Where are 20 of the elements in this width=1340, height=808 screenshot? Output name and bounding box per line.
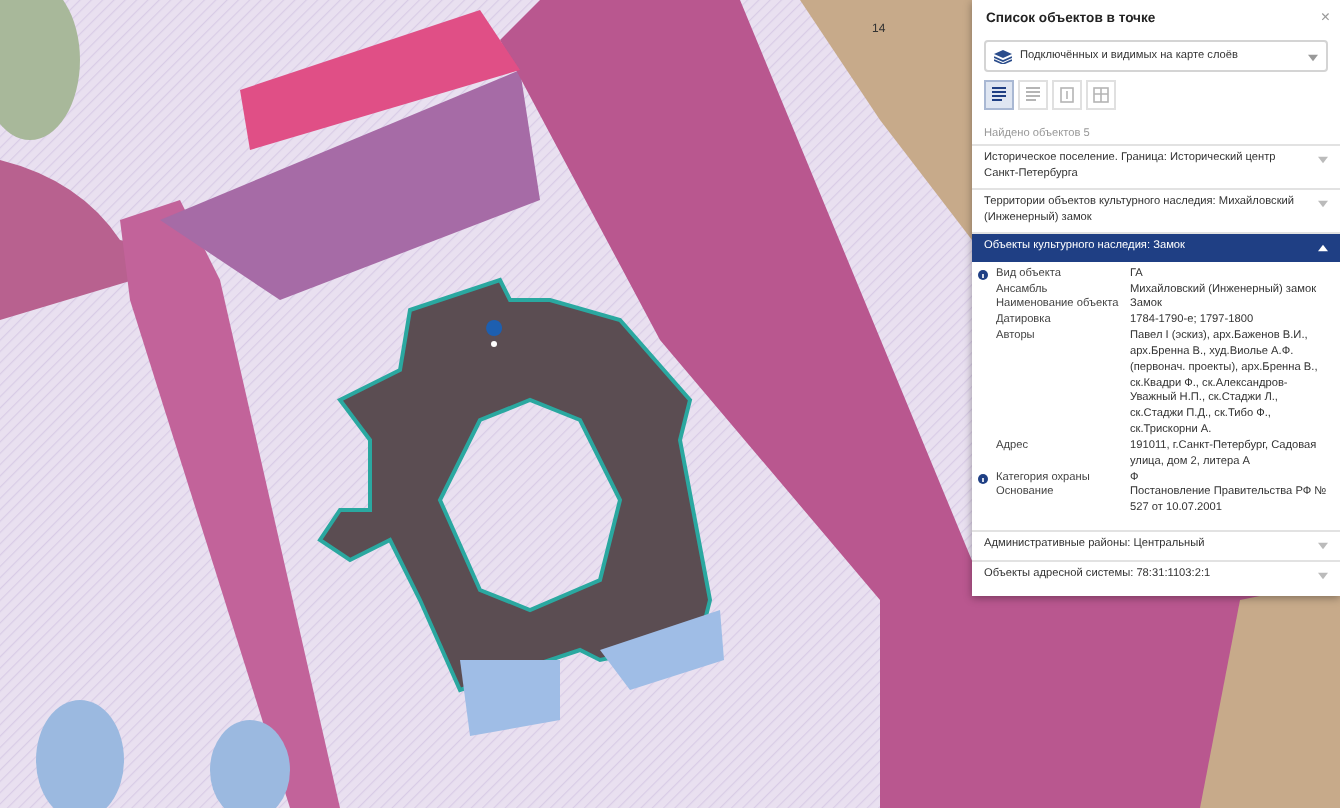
caret-icon: [1318, 541, 1328, 550]
pond: [210, 720, 290, 808]
lawn-area: [460, 660, 560, 736]
caret-icon: [1318, 156, 1328, 164]
layers-icon: [994, 49, 1012, 63]
info-icon[interactable]: [978, 269, 988, 280]
lawn-area: [600, 610, 724, 690]
document-icon: [1058, 86, 1076, 104]
park-area: [0, 0, 80, 140]
info-icon[interactable]: [978, 473, 988, 483]
caret-icon: [1308, 54, 1318, 62]
table-icon: [1092, 86, 1110, 104]
list-icon: [990, 86, 1008, 104]
view-button[interactable]: [984, 80, 1014, 110]
caret-icon: [1318, 244, 1328, 253]
map-pin-icon[interactable]: [486, 320, 503, 348]
list-icon: [1024, 86, 1042, 104]
caret-icon: [1318, 200, 1328, 209]
pond: [36, 700, 124, 808]
caret-icon: [1318, 571, 1328, 580]
